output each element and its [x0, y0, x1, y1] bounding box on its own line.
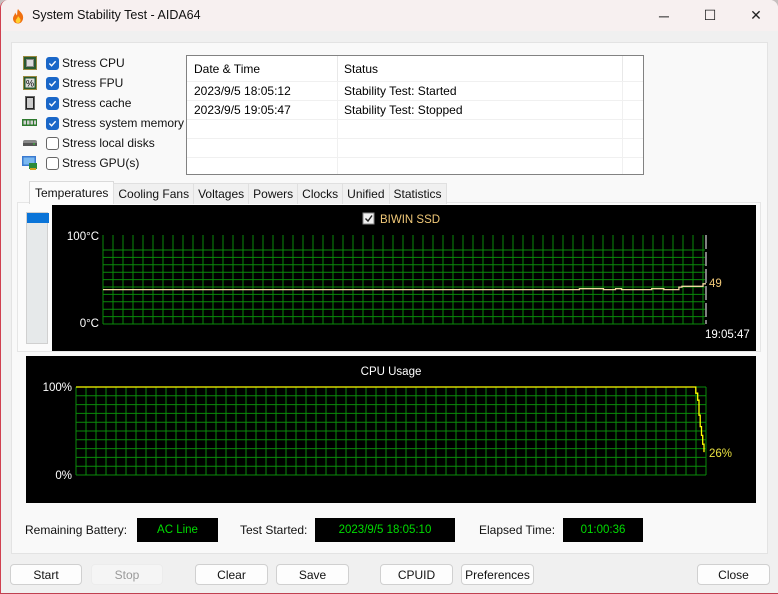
- window-title: System Stability Test - AIDA64: [32, 8, 201, 22]
- stress-cpu-option[interactable]: Stress CPU: [22, 54, 125, 72]
- stress-gpu-label: Stress GPU(s): [62, 156, 140, 170]
- tab-unified[interactable]: Unified: [342, 183, 390, 204]
- temp-y-top-label: 100°C: [67, 231, 99, 243]
- disk-drive-icon: [22, 136, 37, 150]
- temperature-chart-svg: BIWIN SSD 100°C 0°C 49 19:05:47: [67, 212, 750, 341]
- stress-memory-checkbox[interactable]: [46, 116, 59, 130]
- maximize-button[interactable]: ☐: [687, 0, 733, 31]
- log-date-cell: 2023/9/5 19:05:47: [187, 101, 338, 119]
- log-date-cell: [187, 139, 338, 157]
- save-button[interactable]: Save: [276, 564, 349, 585]
- stress-cpu-label: Stress CPU: [62, 56, 125, 70]
- log-status-cell: Stability Test: Started: [338, 82, 623, 100]
- stress-gpu-option[interactable]: Stress GPU(s): [22, 154, 139, 172]
- clear-button[interactable]: Clear: [195, 564, 268, 585]
- fpu-percent-icon: %: [22, 76, 37, 90]
- log-status-cell: Stability Test: Stopped: [338, 101, 623, 119]
- tab-temperatures[interactable]: Temperatures: [29, 181, 115, 204]
- stress-disks-label: Stress local disks: [62, 136, 155, 150]
- tab-powers[interactable]: Powers: [248, 183, 299, 204]
- stress-cache-checkbox[interactable]: [46, 96, 59, 110]
- cpu-y-bottom-label: 0%: [55, 470, 72, 482]
- temperature-grid: [102, 235, 705, 325]
- stability-test-window: System Stability Test - AIDA64 ─ ☐ ✕ Str…: [0, 0, 778, 594]
- log-date-cell: [187, 120, 338, 138]
- stress-memory-option[interactable]: Stress system memory: [22, 114, 184, 132]
- minimize-icon: ─: [659, 7, 669, 24]
- temp-current-value: 49: [709, 278, 722, 290]
- stress-cache-label: Stress cache: [62, 96, 132, 110]
- cpu-current-value: 26%: [709, 448, 732, 460]
- tab-clocks[interactable]: Clocks: [297, 183, 344, 204]
- log-header-row: Date & Time Status: [187, 56, 643, 82]
- table-row[interactable]: 2023/9/5 19:05:47 Stability Test: Stoppe…: [187, 101, 643, 120]
- stress-fpu-label: Stress FPU: [62, 76, 124, 90]
- sensor-list-selected-item[interactable]: [27, 213, 49, 223]
- title-bar: System Stability Test - AIDA64 ─ ☐ ✕: [1, 0, 778, 31]
- svg-text:%: %: [26, 79, 34, 89]
- event-log-table[interactable]: Date & Time Status 2023/9/5 18:05:12 Sta…: [186, 55, 644, 175]
- temp-y-bottom-label: 0°C: [80, 318, 99, 330]
- tab-strip: Temperatures Cooling Fans Voltages Power…: [29, 181, 447, 204]
- maximize-icon: ☐: [703, 7, 717, 23]
- cpu-usage-chart: CPU Usage 100% 0% 26%: [26, 356, 756, 503]
- table-row[interactable]: 2023/9/5 18:05:12 Stability Test: Starte…: [187, 82, 643, 101]
- table-row: [187, 139, 643, 158]
- stress-disks-checkbox[interactable]: [46, 136, 59, 150]
- stress-cache-option[interactable]: Stress cache: [22, 94, 131, 112]
- log-date-cell: 2023/9/5 18:05:12: [187, 82, 338, 100]
- biwin-ssd-legend-checkbox[interactable]: [362, 212, 375, 225]
- column-header-status[interactable]: Status: [338, 56, 623, 81]
- stop-button[interactable]: Stop: [91, 564, 163, 585]
- cpu-usage-chart-svg: CPU Usage 100% 0% 26%: [43, 366, 732, 482]
- temp-time-label: 19:05:47: [705, 329, 750, 341]
- test-started-label: Test Started:: [240, 523, 308, 537]
- close-button[interactable]: Close: [697, 564, 770, 585]
- cpu-series-line: [76, 386, 705, 453]
- gpu-monitor-icon: [22, 156, 37, 170]
- stress-memory-label: Stress system memory: [62, 116, 185, 130]
- cpuid-button[interactable]: CPUID: [380, 564, 453, 585]
- close-icon: ✕: [750, 7, 762, 23]
- elapsed-time-label: Elapsed Time:: [479, 523, 556, 537]
- table-row: [187, 158, 643, 174]
- flame-icon: [13, 9, 24, 24]
- stress-disks-option[interactable]: Stress local disks: [22, 134, 155, 152]
- client-area: Stress CPU % Stress FPU Stress cache Str…: [11, 42, 768, 554]
- stress-fpu-checkbox[interactable]: [46, 76, 59, 90]
- battery-label: Remaining Battery:: [25, 523, 128, 537]
- stress-gpu-checkbox[interactable]: [46, 156, 59, 170]
- elapsed-time-value: 01:00:36: [563, 518, 643, 542]
- cpu-chart-title: CPU Usage: [361, 366, 422, 378]
- log-status-cell: [338, 120, 623, 138]
- column-header-date-time[interactable]: Date & Time: [187, 56, 338, 81]
- temperature-chart: BIWIN SSD 100°C 0°C 49 19:05:47: [52, 205, 756, 351]
- temperature-legend-label: BIWIN SSD: [380, 214, 440, 226]
- stress-fpu-option[interactable]: % Stress FPU: [22, 74, 123, 92]
- start-button[interactable]: Start: [10, 564, 82, 585]
- cpu-y-top-label: 100%: [43, 382, 72, 394]
- close-window-button[interactable]: ✕: [733, 0, 778, 31]
- table-row: [187, 120, 643, 139]
- log-date-cell: [187, 158, 338, 174]
- sensor-list[interactable]: [26, 212, 49, 344]
- preferences-button[interactable]: Preferences: [461, 564, 534, 585]
- stress-cpu-checkbox[interactable]: [46, 56, 59, 70]
- memory-module-icon: [22, 116, 37, 130]
- tab-voltages[interactable]: Voltages: [193, 183, 250, 204]
- cache-chip-icon: [22, 96, 37, 110]
- test-started-value: 2023/9/5 18:05:10: [315, 518, 455, 542]
- log-status-cell: [338, 139, 623, 157]
- tab-cooling-fans[interactable]: Cooling Fans: [113, 183, 195, 204]
- tab-statistics[interactable]: Statistics: [388, 183, 447, 204]
- cpu-grid: [75, 386, 707, 476]
- battery-value: AC Line: [137, 518, 218, 542]
- cpu-chip-icon: [22, 56, 37, 70]
- minimize-button[interactable]: ─: [641, 0, 687, 31]
- log-status-cell: [338, 158, 623, 174]
